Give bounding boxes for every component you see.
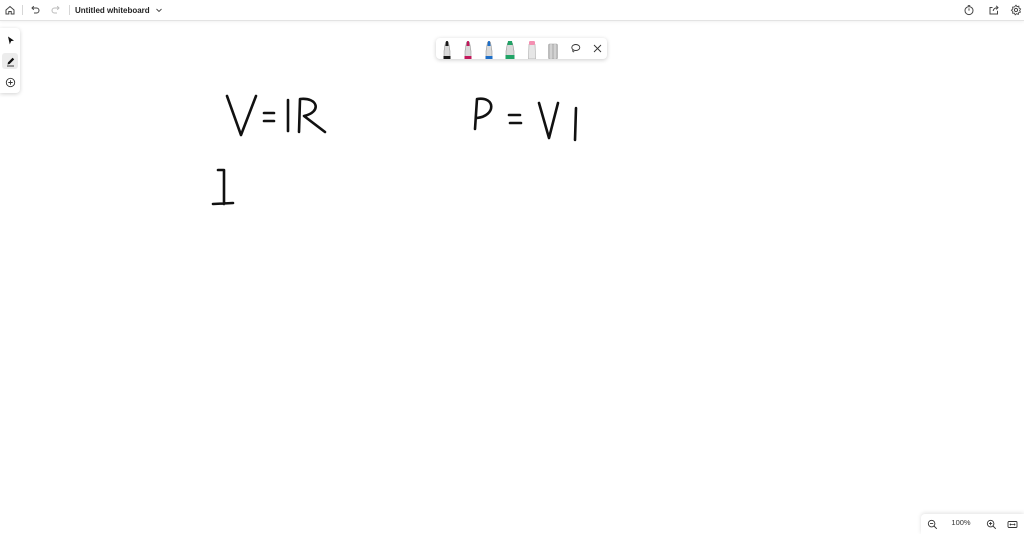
whiteboard-title-menu[interactable]: Untitled whiteboard [75, 3, 163, 17]
fit-to-screen-icon [1007, 520, 1017, 528]
whiteboard-title: Untitled whiteboard [75, 5, 150, 15]
close-icon [593, 44, 601, 52]
home-button[interactable] [2, 2, 18, 18]
add-button[interactable] [2, 74, 18, 90]
zoom-out-icon [927, 519, 937, 529]
blue-pen-icon [485, 41, 493, 60]
timer-icon [964, 5, 974, 16]
share-button[interactable] [986, 2, 1002, 18]
redo-icon [51, 5, 60, 14]
timer-button[interactable] [961, 2, 977, 18]
pen-tool-button[interactable] [2, 53, 18, 69]
share-icon [989, 5, 999, 15]
pink-pen[interactable] [461, 40, 475, 60]
black-pen-icon [443, 41, 451, 60]
green-highlighter[interactable] [503, 40, 517, 60]
zoom-level[interactable]: 100% [948, 518, 974, 527]
pen-icon [6, 57, 14, 66]
pink-pen-icon [464, 41, 472, 60]
close-pen-toolbar-button[interactable] [590, 41, 604, 55]
settings-button[interactable] [1008, 2, 1024, 18]
whiteboard-canvas[interactable] [0, 21, 1024, 534]
top-bar: Untitled whiteboard [0, 0, 1024, 21]
pink-highlighter-icon [528, 41, 536, 60]
blue-pen[interactable] [482, 40, 496, 60]
undo-icon [31, 5, 40, 14]
chevron-down-icon [155, 8, 162, 13]
home-icon [5, 5, 15, 15]
cursor-arrow-icon [7, 36, 14, 44]
settings-icon [1010, 4, 1022, 16]
select-tool-button[interactable] [2, 32, 18, 48]
zoom-out-button[interactable] [925, 517, 939, 531]
zoom-in-icon [986, 519, 996, 529]
eraser[interactable] [546, 40, 560, 60]
pink-highlighter[interactable] [525, 40, 539, 60]
zoom-in-button[interactable] [984, 517, 998, 531]
green-highlighter-icon [505, 41, 515, 60]
black-pen[interactable] [440, 40, 454, 60]
pen-toolbar [436, 38, 607, 60]
lasso-select-button[interactable] [568, 41, 582, 55]
add-circle-icon [5, 77, 15, 87]
redo-button[interactable] [48, 2, 64, 18]
left-toolbar [0, 28, 20, 93]
divider [22, 5, 23, 15]
undo-button[interactable] [27, 2, 43, 18]
zoom-controls: 100% [921, 514, 1024, 534]
fit-to-screen-button[interactable] [1005, 517, 1019, 531]
eraser-icon [548, 43, 558, 60]
divider [69, 5, 70, 15]
lasso-icon [570, 43, 580, 52]
